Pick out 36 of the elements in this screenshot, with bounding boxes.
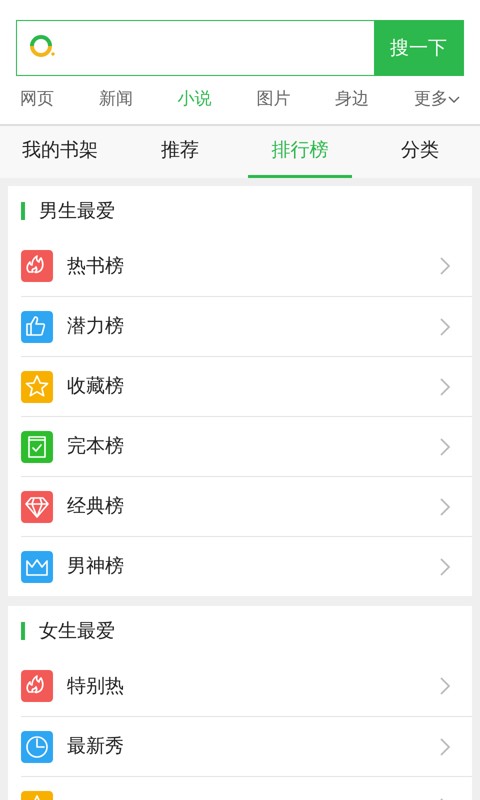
ranking-list-item[interactable]: 热书榜	[21, 236, 472, 296]
tab[interactable]: 推荐	[128, 126, 232, 178]
ranking-list-item[interactable]: 特别热	[21, 656, 472, 716]
ranking-label: 潜力榜	[67, 314, 125, 340]
section-title: 女生最爱	[39, 618, 115, 644]
ranking-list-item[interactable]: 经典榜	[21, 476, 472, 536]
tab[interactable]: 我的书架	[8, 126, 112, 178]
chevron-right-icon	[440, 677, 450, 695]
ranking-list-item[interactable]: 完本榜	[21, 416, 472, 476]
chevron-right-icon	[440, 378, 450, 396]
ranking-label: 收藏榜	[67, 374, 125, 400]
nav-link[interactable]: 身边	[335, 87, 370, 113]
ranking-label: 男神榜	[67, 554, 125, 580]
chevron-right-icon	[440, 318, 450, 336]
nav-link[interactable]: 网页	[20, 87, 54, 113]
section-marker	[21, 202, 25, 220]
ranking-list-item[interactable]: 收藏榜	[21, 356, 472, 416]
ranking-list-item[interactable]: 最新秀	[21, 716, 472, 776]
tab[interactable]: 分类	[368, 126, 472, 178]
ranking-label: 热书榜	[67, 254, 125, 279]
nav-link[interactable]: 新闻	[98, 87, 133, 113]
ranking-label: 最新秀	[67, 734, 125, 760]
ranking-label: 特别热	[67, 674, 125, 699]
ranking-list-item[interactable]: 男神榜	[21, 536, 472, 596]
chevron-right-icon	[440, 738, 450, 756]
chevron-right-icon	[440, 257, 450, 275]
nav-link[interactable]: 图片	[256, 87, 290, 113]
ranking-label: 经典榜	[67, 494, 125, 520]
nav-link[interactable]: 更多	[414, 87, 460, 113]
chevron-right-icon	[440, 438, 450, 456]
ranking-list-item[interactable]: 潜力榜	[21, 296, 472, 356]
section-title: 男生最爱	[39, 198, 115, 224]
chevron-right-icon	[440, 558, 450, 576]
chevron-right-icon	[440, 498, 450, 516]
ranking-label: 完本榜	[67, 434, 125, 460]
section-marker	[21, 622, 25, 640]
